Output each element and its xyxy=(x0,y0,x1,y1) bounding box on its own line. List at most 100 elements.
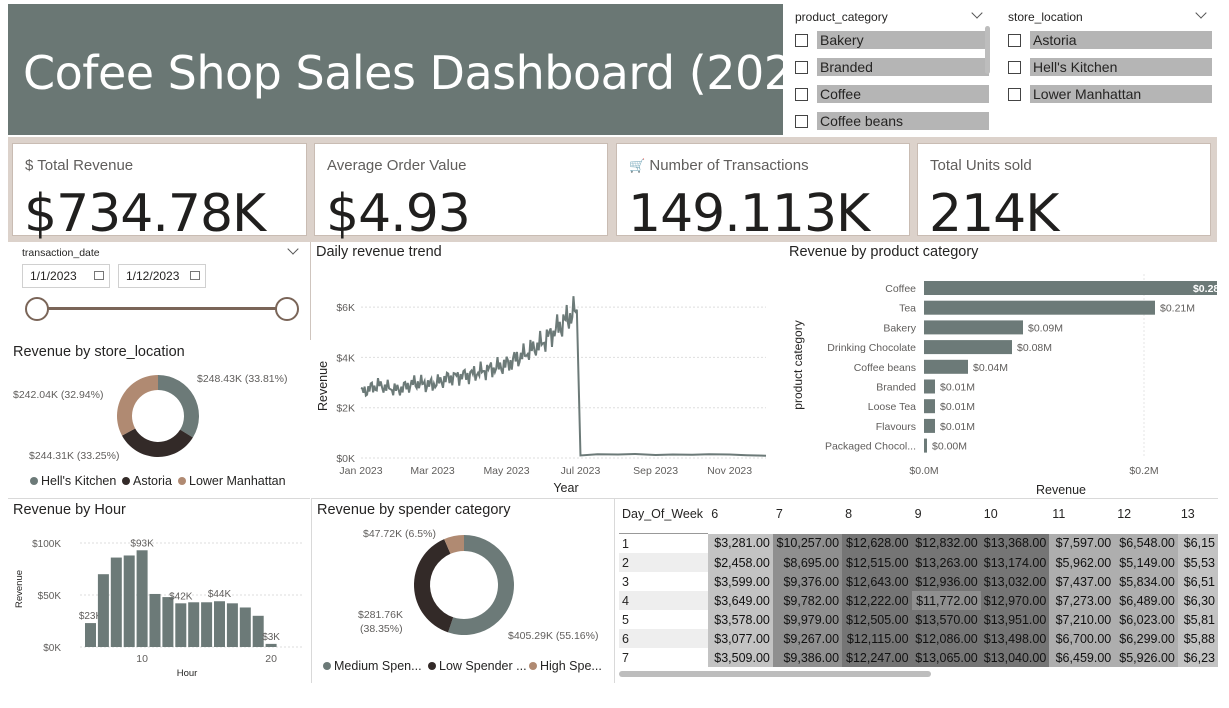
chart-title: Daily revenue trend xyxy=(316,244,442,260)
bar-data-label: $93K xyxy=(130,538,154,549)
date-range-end-handle[interactable] xyxy=(275,297,299,321)
checkbox[interactable] xyxy=(795,114,808,128)
matrix-cell: $6,023.00 xyxy=(1114,610,1178,629)
slicer-option-bakery[interactable]: Bakery xyxy=(795,30,989,50)
matrix-cell: $5,926.00 xyxy=(1114,648,1178,667)
checkbox[interactable] xyxy=(795,60,808,74)
kpi-value: 214K xyxy=(929,184,1059,244)
slicer-scrollbar[interactable] xyxy=(985,26,990,74)
matrix-cell: $9,782.00 xyxy=(772,591,843,610)
chart-title: Revenue by spender category xyxy=(317,502,511,518)
matrix-cell: $5,88 xyxy=(1177,629,1218,648)
matrix-cell: $12,936.00 xyxy=(911,572,981,591)
slicer-option-coffee[interactable]: Coffee xyxy=(795,84,989,104)
store-location-slicer[interactable]: store_location Astoria Hell's Kitchen Lo… xyxy=(1000,4,1217,135)
y-axis-label: Revenue xyxy=(14,570,25,608)
slicer-option-astoria[interactable]: Astoria xyxy=(1008,30,1212,50)
chevron-down-icon[interactable] xyxy=(287,243,299,255)
matrix-cell: $12,970.00 xyxy=(980,591,1050,610)
column-header[interactable]: 6 xyxy=(708,507,773,534)
hour-chart: Revenue Hour $0K$50K$100K$23K$93K$42K $44… xyxy=(14,538,304,679)
chevron-down-icon[interactable] xyxy=(1195,7,1207,19)
bar-data-label: $0.28M xyxy=(1193,283,1217,295)
table-row: 7 $3,509.00 $9,386.00 $12,247.00 $13,065.00 $… xyxy=(619,648,1218,667)
matrix-cell: $3,077.00 xyxy=(708,629,773,648)
date-slicer[interactable]: transaction_date xyxy=(8,242,311,340)
table-row: 3 $3,599.00 $9,376.00 $12,643.00 $12,936.00 $… xyxy=(619,572,1218,591)
date-range-track[interactable] xyxy=(36,307,286,310)
option-label: Hell's Kitchen xyxy=(1030,58,1212,76)
legend-low-spender[interactable]: Low Spender ... xyxy=(439,659,527,673)
matrix-cell: $6,489.00 xyxy=(1114,591,1178,610)
table-row: 5 $3,578.00 $9,979.00 $12,505.00 $13,570.00 $… xyxy=(619,610,1218,629)
matrix-cell: $3,509.00 xyxy=(708,648,773,667)
category-bar xyxy=(924,359,968,374)
legend-lower-manhattan[interactable]: Lower Manhattan xyxy=(189,474,286,488)
spender-panel: Revenue by spender category $47.72K (6.5… xyxy=(311,498,614,683)
slicer-option-coffee-beans[interactable]: Coffee beans xyxy=(795,111,989,131)
kpi-value: $734.78K xyxy=(24,184,266,244)
row-header[interactable]: Day_Of_Week xyxy=(619,507,709,534)
matrix-cell: $5,53 xyxy=(1177,553,1218,572)
x-tick-label: Jan 2023 xyxy=(339,465,382,477)
y-tick-label: $2K xyxy=(336,403,355,415)
date-range-start-handle[interactable] xyxy=(25,297,49,321)
table-row: 2 $2,458.00 $8,695.00 $12,515.00 $13,263.00 $… xyxy=(619,553,1218,572)
row-label: 5 xyxy=(619,610,709,629)
legend-marker-medium xyxy=(323,662,331,670)
category-label: Loose Tea xyxy=(868,401,916,413)
legend-hells-kitchen[interactable]: Hell's Kitchen xyxy=(41,474,116,488)
end-date-input[interactable]: 1/12/2023 xyxy=(118,264,206,288)
matrix-cell: $5,149.00 xyxy=(1114,553,1178,572)
product-category-slicer[interactable]: product_category Bakery Branded Coffee C… xyxy=(787,4,995,135)
calendar-icon[interactable] xyxy=(94,271,104,280)
x-axis-label: Year xyxy=(553,481,578,495)
matrix-cell: $13,040.00 xyxy=(980,648,1050,667)
category-bar xyxy=(924,418,935,433)
checkbox[interactable] xyxy=(1008,60,1021,74)
calendar-icon[interactable] xyxy=(190,271,200,280)
cart-icon: 🛒 xyxy=(629,158,646,173)
matrix-cell: $7,210.00 xyxy=(1049,610,1115,629)
legend-high-spender[interactable]: High Spe... xyxy=(540,659,602,673)
chart-title: Revenue by product category xyxy=(789,244,979,260)
column-header[interactable]: 12 xyxy=(1114,507,1178,534)
slicer-option-hells-kitchen[interactable]: Hell's Kitchen xyxy=(1008,57,1212,77)
matrix-cell: $7,437.00 xyxy=(1049,572,1115,591)
legend-marker-high xyxy=(529,662,537,670)
spender-donut: $47.72K (6.5%) $281.76K (38.35%) $405.29… xyxy=(323,528,602,673)
slice-label-medium-spender: $405.29K (55.16%) xyxy=(508,630,598,642)
hour-bar xyxy=(239,607,251,647)
matrix-horizontal-scrollbar[interactable] xyxy=(619,671,931,677)
matrix-cell: $2,458.00 xyxy=(708,553,773,572)
start-date-input[interactable]: 1/1/2023 xyxy=(22,264,110,288)
legend-astoria[interactable]: Astoria xyxy=(133,474,172,488)
matrix-cell: $6,548.00 xyxy=(1114,533,1178,553)
category-bar xyxy=(924,281,1217,295)
daily-revenue-line xyxy=(360,296,767,457)
daily-trend-panel: Daily revenue trend Revenue Year $0K $2K $… xyxy=(311,242,782,498)
column-header[interactable]: 13 xyxy=(1178,507,1218,534)
category-label: Tea xyxy=(899,303,916,315)
slicer-option-lower-manhattan[interactable]: Lower Manhattan xyxy=(1008,84,1212,104)
column-header[interactable]: 9 xyxy=(912,507,981,534)
column-header[interactable]: 10 xyxy=(981,507,1050,534)
y-tick-label: $0K xyxy=(43,643,61,654)
slicer-option-branded[interactable]: Branded xyxy=(795,57,989,77)
x-tick-label: Mar 2023 xyxy=(410,465,455,477)
kpi-label-text: Number of Transactions xyxy=(649,157,809,174)
legend-medium-spender[interactable]: Medium Spen... xyxy=(334,659,422,673)
legend-marker-hells-kitchen xyxy=(30,477,38,485)
checkbox[interactable] xyxy=(795,87,808,101)
category-label: Flavours xyxy=(876,421,916,433)
chevron-down-icon[interactable] xyxy=(971,7,983,19)
slice-label-lower-manhattan: $242.04K (32.94%) xyxy=(13,389,103,401)
hour-bar xyxy=(123,555,135,647)
kpi-card-average-order-value: Average Order Value $4.93 xyxy=(314,143,608,244)
checkbox[interactable] xyxy=(1008,33,1021,47)
column-header[interactable]: 8 xyxy=(842,507,912,534)
checkbox[interactable] xyxy=(795,33,808,47)
column-header[interactable]: 7 xyxy=(773,507,842,534)
checkbox[interactable] xyxy=(1008,87,1021,101)
column-header[interactable]: 11 xyxy=(1049,507,1114,534)
